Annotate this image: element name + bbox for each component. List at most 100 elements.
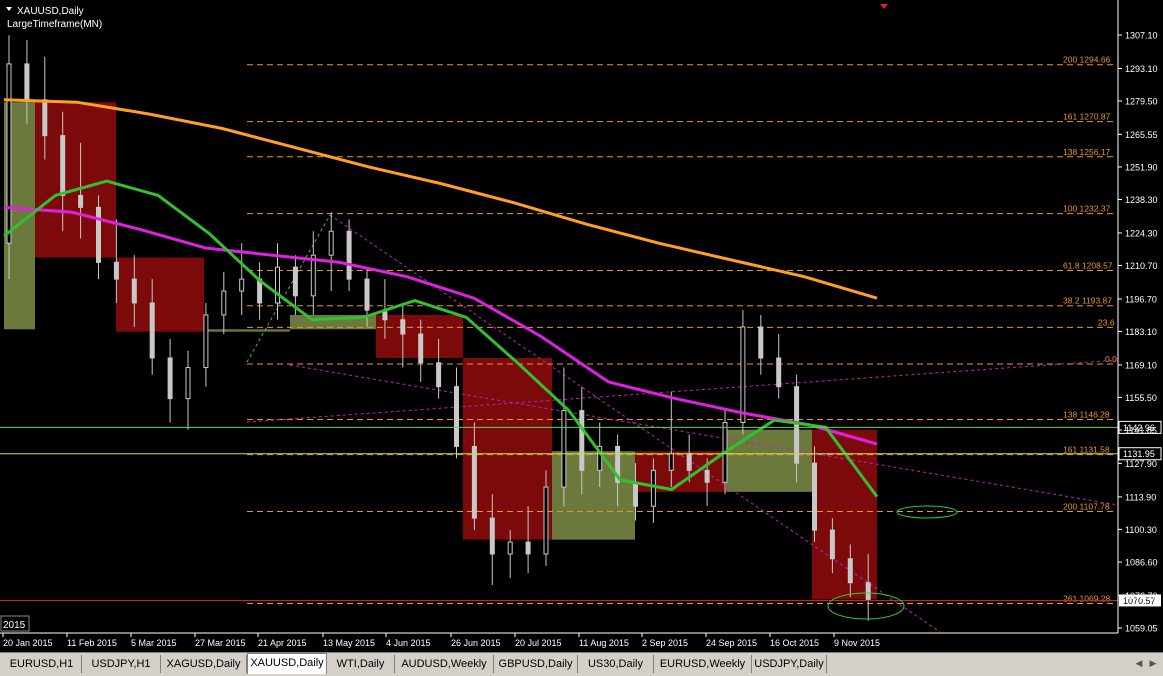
time-tick-label: 9 Nov 2015 [834, 638, 880, 648]
time-tick-label: 13 May 2015 [323, 638, 375, 648]
candle-body [96, 206, 101, 263]
indicator-label: LargeTimeframe(MN) [7, 19, 102, 30]
price-chart[interactable]: 200 1294.66 161 1270.87 138 1256.17 100 123… [0, 0, 1163, 652]
tab-us30-daily[interactable]: US30,Daily [578, 655, 654, 673]
monthly-box [204, 329, 290, 332]
candle-body [167, 357, 173, 400]
candle-body [113, 261, 119, 280]
price-tick-label: 1210.70 [1125, 261, 1158, 271]
fib-label: 100 1232.37 [1063, 204, 1111, 214]
candle-body [221, 290, 227, 316]
candle-body [310, 254, 316, 297]
time-tick-label: 16 Oct 2015 [770, 638, 819, 648]
time-tick-label: 2 Sep 2015 [642, 638, 688, 648]
candle-body [847, 558, 853, 584]
time-tick-label: 24 Sep 2015 [706, 638, 757, 648]
candle-body [740, 326, 746, 424]
tab-xagusd-daily[interactable]: XAGUSD,Daily [161, 655, 247, 673]
scroll-tabs-right-icon[interactable]: ▶ [1146, 657, 1160, 671]
time-tick-label: 11 Aug 2015 [579, 638, 629, 648]
candle-body [364, 278, 370, 311]
fib-label: 161 1131.58 [1063, 445, 1110, 455]
candle-body [543, 486, 549, 555]
candle-body [454, 386, 459, 447]
price-tick-label: 1100.30 [1125, 525, 1157, 535]
fib-label: 23.6 [1098, 317, 1115, 327]
fib-label: 138 1146.28 [1063, 409, 1110, 419]
tab-audusd-weekly[interactable]: AUDUSD,Weekly [395, 655, 494, 673]
tab-wti-daily[interactable]: WTI,Daily [327, 655, 395, 673]
price-tick-label: 1293.10 [1125, 64, 1158, 74]
candle-body [400, 319, 406, 335]
fib-label: 138 1256.17 [1063, 147, 1111, 157]
price-tick-label: 1086.60 [1125, 558, 1158, 568]
time-tick-label: 5 Mar 2015 [131, 638, 177, 648]
candle-body [633, 481, 638, 507]
candle-body [865, 582, 871, 600]
chart-symbol-label: XAUUSD,Daily [17, 6, 84, 17]
price-tick-label: 1238.30 [1125, 195, 1158, 205]
candle-body [489, 517, 495, 555]
candle-body [525, 541, 531, 555]
time-tick-label: 11 Feb 2015 [67, 638, 117, 648]
candle-body [471, 445, 477, 519]
price-tick-label: 1196.70 [1125, 294, 1157, 304]
candle-body [579, 410, 585, 471]
price-tick-label: 1072.70 [1125, 591, 1158, 601]
candle-body [239, 278, 245, 292]
year-label: 2015 [3, 620, 26, 631]
tab-gbpusd-daily[interactable]: GBPUSD,Daily [494, 655, 578, 673]
tab-usdjpy-h1[interactable]: USDJPY,H1 [82, 655, 161, 673]
candle-body [776, 357, 782, 388]
fib-label: 200 1107.78 [1063, 502, 1110, 512]
chart-tab-bar: EURUSD,H1 USDJPY,H1 XAGUSD,Daily XAUUSD,Dai… [0, 652, 1163, 676]
candle-body [42, 99, 48, 137]
time-tick-label: 20 Jan 2015 [3, 638, 53, 648]
candle-body [507, 541, 513, 555]
time-tick-label: 21 Apr 2015 [258, 638, 307, 648]
tab-eurusd-h1[interactable]: EURUSD,H1 [2, 655, 82, 673]
candle-body [758, 326, 764, 359]
candle-body [185, 367, 191, 400]
candle-body [650, 469, 656, 507]
fib-label: 61.8 1208.57 [1063, 261, 1113, 271]
tab-eurusd-weekly[interactable]: EURUSD,Weekly [654, 655, 752, 673]
candle-body [346, 230, 352, 280]
price-tick-label: 1251.90 [1125, 162, 1158, 172]
candle-body [668, 453, 674, 471]
candle-body [6, 63, 12, 244]
price-tick-label: 1183.10 [1125, 327, 1157, 337]
candle-body [686, 453, 692, 471]
monthly-box [116, 257, 204, 332]
candle-body [328, 230, 334, 256]
candle-body [561, 410, 567, 488]
candle-body [275, 266, 280, 304]
fib-label: 0.0 [1105, 354, 1117, 364]
price-tag: 1131.95 [1123, 449, 1155, 459]
fib-label: 261 1069.28 [1063, 594, 1111, 604]
candle-body [436, 362, 442, 388]
scroll-tabs-left-icon[interactable]: ◀ [1132, 657, 1146, 671]
price-tick-label: 1307.10 [1125, 31, 1158, 41]
candle-body [829, 529, 835, 560]
price-tick-label: 1224.30 [1125, 228, 1158, 238]
price-tick-label: 1127.90 [1125, 459, 1157, 469]
fib-label: 161 1270.87 [1063, 112, 1111, 122]
fib-label: 38.2 1193.87 [1063, 296, 1112, 306]
price-tick-label: 1155.50 [1125, 393, 1157, 403]
price-tick-label: 1059.05 [1125, 624, 1158, 634]
price-tick-label: 1141.85 [1125, 426, 1157, 436]
candle-body [60, 135, 66, 196]
candle-body [292, 266, 298, 297]
candle-body [78, 194, 84, 208]
price-tick-label: 1265.55 [1125, 130, 1158, 140]
candle-body [131, 278, 137, 304]
candle-body [149, 302, 155, 359]
tab-usdjpy-daily[interactable]: USDJPY,Daily [752, 655, 827, 673]
candle-body [812, 462, 817, 531]
price-tick-label: 1113.90 [1125, 492, 1156, 502]
tab-xauusd-daily[interactable]: XAUUSD,Daily [247, 653, 327, 674]
fib-label: 200 1294.66 [1063, 55, 1111, 65]
candle-body [203, 314, 209, 369]
time-tick-label: 26 Jun 2015 [451, 638, 501, 648]
